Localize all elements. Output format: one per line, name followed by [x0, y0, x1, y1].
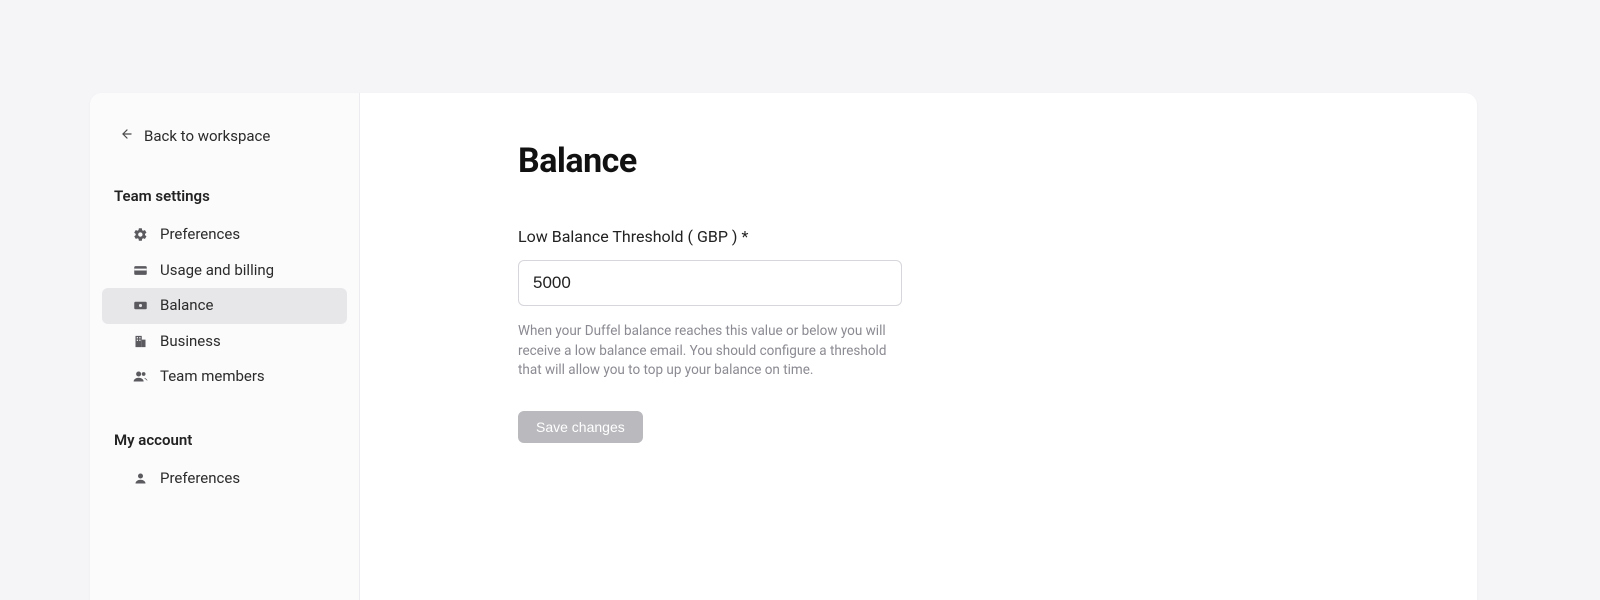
- sidebar: Back to workspace Team settings Preferen…: [90, 93, 360, 600]
- people-icon: [132, 369, 148, 385]
- threshold-help-text: When your Duffel balance reaches this va…: [518, 322, 902, 381]
- page-title: Balance: [518, 141, 1477, 181]
- sidebar-item-preferences[interactable]: Preferences: [102, 217, 347, 253]
- threshold-label: Low Balance Threshold ( GBP ) *: [518, 227, 1477, 246]
- sidebar-item-account-preferences[interactable]: Preferences: [102, 461, 347, 497]
- building-icon: [132, 333, 148, 349]
- sidebar-item-team-members[interactable]: Team members: [102, 359, 347, 395]
- sidebar-item-label: Preferences: [160, 469, 240, 489]
- sidebar-item-label: Preferences: [160, 225, 240, 245]
- person-icon: [132, 470, 148, 486]
- sidebar-item-label: Balance: [160, 296, 213, 316]
- money-icon: [132, 298, 148, 314]
- main-content: Balance Low Balance Threshold ( GBP ) * …: [360, 93, 1477, 600]
- threshold-input[interactable]: [518, 260, 902, 306]
- sidebar-item-label: Business: [160, 332, 221, 352]
- sidebar-item-usage-billing[interactable]: Usage and billing: [102, 253, 347, 289]
- sidebar-item-label: Team members: [160, 367, 265, 387]
- my-account-heading: My account: [90, 431, 359, 449]
- back-label: Back to workspace: [144, 127, 270, 145]
- sidebar-item-balance[interactable]: Balance: [102, 288, 347, 324]
- gear-icon: [132, 227, 148, 243]
- card-icon: [132, 262, 148, 278]
- sidebar-item-business[interactable]: Business: [102, 324, 347, 360]
- team-settings-heading: Team settings: [90, 187, 359, 205]
- back-to-workspace-link[interactable]: Back to workspace: [90, 121, 359, 151]
- arrow-left-icon: [120, 127, 134, 145]
- settings-card: Back to workspace Team settings Preferen…: [90, 93, 1477, 600]
- save-changes-button[interactable]: Save changes: [518, 411, 643, 443]
- sidebar-item-label: Usage and billing: [160, 261, 274, 281]
